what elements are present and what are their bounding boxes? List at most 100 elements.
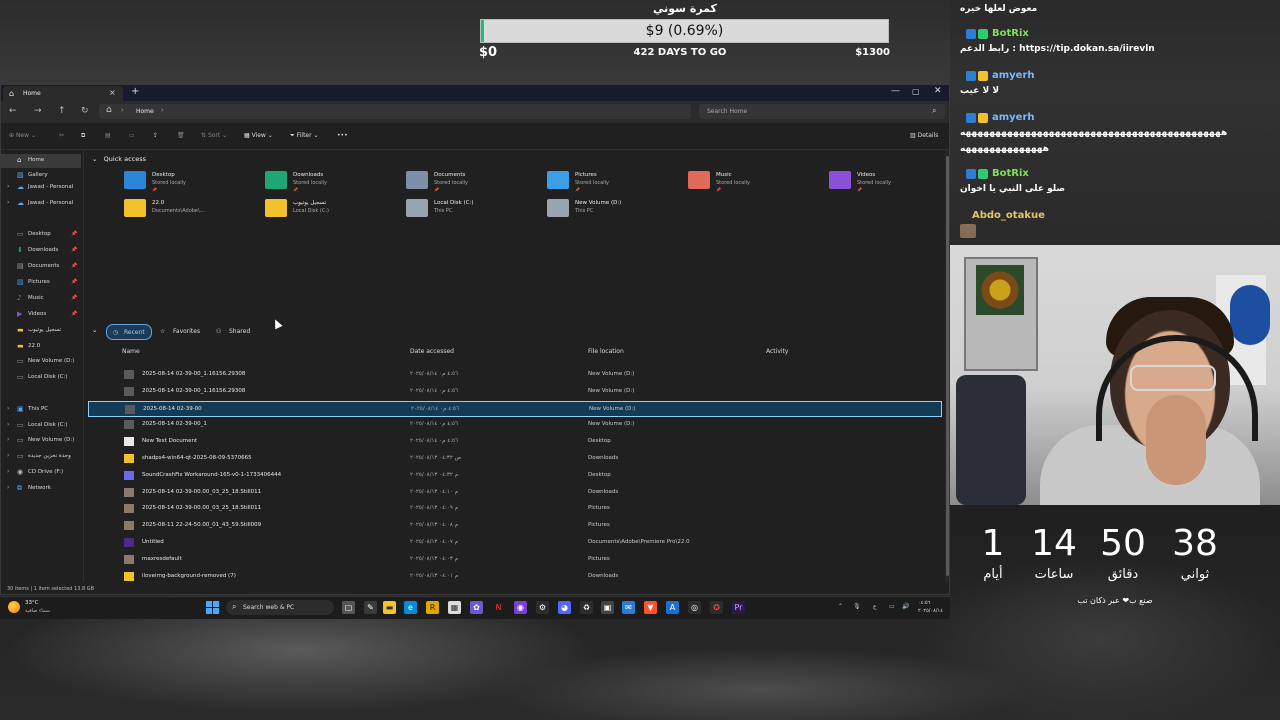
sidebar-item[interactable]: › ◉ CD Drive (F:) bbox=[1, 466, 81, 480]
brave-icon[interactable]: ▼ bbox=[644, 601, 657, 614]
paste-icon[interactable]: ▤ bbox=[105, 132, 111, 139]
tab-home[interactable]: ⌂ Home × bbox=[3, 86, 123, 101]
minimize-button[interactable]: — bbox=[891, 86, 900, 96]
weather-desc[interactable]: سماء صافية bbox=[25, 608, 50, 614]
close-window-button[interactable]: ✕ bbox=[934, 86, 942, 96]
chat-username[interactable]: BotRix bbox=[992, 168, 1029, 179]
screenshot-app-icon[interactable]: ▣ bbox=[601, 601, 614, 614]
search-input[interactable]: Search Home ⌕ bbox=[699, 104, 945, 119]
chevron-down-icon[interactable]: ⌄ bbox=[92, 326, 97, 334]
chevron-up-icon[interactable]: ⌃ bbox=[838, 603, 843, 610]
chevron-right-icon[interactable]: › bbox=[121, 106, 124, 114]
new-button[interactable]: ⊕ New ⌄ bbox=[9, 132, 36, 139]
quick-access-item[interactable]: Music Stored locally 📌 bbox=[688, 170, 828, 192]
share-icon[interactable]: ⇪ bbox=[153, 132, 158, 139]
sidebar-item[interactable]: › ▣ This PC bbox=[1, 403, 81, 417]
purple-app-icon[interactable]: ◉ bbox=[514, 601, 527, 614]
file-explorer-icon[interactable]: ▬ bbox=[383, 601, 396, 614]
store-icon[interactable]: ▦ bbox=[448, 601, 461, 614]
forward-arrow-icon[interactable]: → bbox=[34, 106, 42, 116]
file-row[interactable]: iloveimg-background-removed (7) ۲۰۲٥/۰۸/۱… bbox=[88, 569, 942, 582]
up-arrow-icon[interactable]: ↑ bbox=[58, 106, 66, 116]
chevron-right-icon[interactable]: › bbox=[7, 183, 9, 190]
quick-access-item[interactable]: Desktop Stored locally 📌 bbox=[124, 170, 264, 192]
red-app-icon[interactable]: ✪ bbox=[710, 601, 723, 614]
maximize-button[interactable]: ▢ bbox=[912, 87, 920, 96]
sidebar-item[interactable]: › ▭ Local Disk (C:) bbox=[1, 419, 81, 433]
chevron-right-icon[interactable]: › bbox=[7, 484, 9, 491]
copy-icon[interactable]: ⧉ bbox=[81, 132, 85, 140]
sidebar-item[interactable]: ▬ تسجيل يوتيوب bbox=[1, 324, 81, 338]
tab-recent[interactable]: ◷ Recent bbox=[106, 324, 152, 340]
sidebar-item[interactable]: ▭ Local Disk (C:) bbox=[1, 371, 81, 385]
pen-icon[interactable]: ✎ bbox=[364, 601, 377, 614]
mail-icon[interactable]: ✉ bbox=[622, 601, 635, 614]
quick-access-header[interactable]: ⌄ Quick access bbox=[92, 155, 146, 163]
chat-username[interactable]: amyerh bbox=[992, 112, 1035, 123]
sort-button[interactable]: ⇅ Sort ⌄ bbox=[201, 132, 227, 139]
column-header-date[interactable]: Date accessed bbox=[410, 348, 454, 355]
app-r-icon[interactable]: R bbox=[426, 601, 439, 614]
sidebar-item[interactable]: ▭ New Volume (D:) bbox=[1, 355, 81, 369]
premiere-icon[interactable]: Pr bbox=[732, 601, 745, 614]
rename-icon[interactable]: ▭ bbox=[129, 132, 135, 139]
discord-icon[interactable]: ◕ bbox=[558, 601, 571, 614]
breadcrumb-home[interactable]: Home bbox=[136, 108, 154, 115]
recycle-icon[interactable]: ♻ bbox=[580, 601, 593, 614]
sidebar-item[interactable]: › ⧉ Network bbox=[1, 482, 81, 496]
app-a-icon[interactable]: A bbox=[666, 601, 679, 614]
file-row[interactable]: shadps4-win64-qt-2025-08-09-5370665 ۲۰۲٥/… bbox=[88, 451, 942, 467]
sidebar-item[interactable]: ♪ Music 📌 bbox=[1, 292, 81, 306]
colorful-app-icon[interactable]: ✿ bbox=[470, 601, 483, 614]
quick-access-item[interactable]: Downloads Stored locally 📌 bbox=[265, 170, 405, 192]
chat-username[interactable]: BotRix bbox=[992, 28, 1029, 39]
column-header-location[interactable]: File location bbox=[588, 348, 624, 355]
sidebar-item[interactable]: ▨ Pictures 📌 bbox=[1, 276, 81, 290]
chevron-right-icon[interactable]: › bbox=[7, 421, 9, 428]
gear-icon[interactable]: ⚙ bbox=[536, 601, 549, 614]
language-indicator[interactable]: ع bbox=[873, 603, 877, 610]
file-row[interactable]: 2025-08-14 02-39-00_1.16156.29308 ۲۰۲٥/۰۸… bbox=[88, 367, 942, 383]
network-icon[interactable]: ▭ bbox=[889, 603, 895, 610]
sidebar-item[interactable]: ▭ Desktop 📌 bbox=[1, 228, 81, 242]
file-row[interactable]: 2025-08-14 02-39-00.00_03_25_18.Still011… bbox=[88, 501, 942, 517]
quick-access-item[interactable]: تسجيل يوتيوب Local Disk (C:) bbox=[265, 198, 405, 220]
clock-date[interactable]: ۲۰۲٥/۰۸/۱٤ bbox=[918, 608, 943, 614]
close-tab-icon[interactable]: × bbox=[109, 88, 116, 97]
refresh-icon[interactable]: ↻ bbox=[81, 106, 89, 116]
chevron-right-icon[interactable]: › bbox=[7, 405, 9, 412]
file-row[interactable]: 2025-08-11 22-24-50.00_01_43_59.Still009… bbox=[88, 518, 942, 534]
chat-username[interactable]: amyerh bbox=[992, 70, 1035, 81]
sidebar-item[interactable]: ▶ Videos 📌 bbox=[1, 308, 81, 322]
quick-access-item[interactable]: Documents Stored locally 📌 bbox=[406, 170, 546, 192]
file-row[interactable]: 2025-08-14 02-39-00 ۲۰۲٥/۰۸/۱٤ ۰٤:٥٦ م New… bbox=[88, 400, 942, 417]
tab-favorites[interactable]: ☆ Favorites bbox=[156, 324, 206, 338]
sidebar-item[interactable]: › ▭ New Volume (D:) bbox=[1, 434, 81, 448]
weather-temp[interactable]: 33°C bbox=[25, 600, 39, 606]
chrome-icon[interactable]: ◎ bbox=[688, 601, 701, 614]
quick-access-item[interactable]: Pictures Stored locally 📌 bbox=[547, 170, 687, 192]
details-button[interactable]: ▥ Details bbox=[910, 132, 938, 139]
quick-access-item[interactable]: New Volume (D:) This PC bbox=[547, 198, 687, 220]
microphone-icon[interactable]: 🎙 bbox=[853, 603, 861, 610]
edge-icon[interactable]: e bbox=[404, 601, 417, 614]
address-input[interactable]: ⌂ › Home › bbox=[99, 104, 691, 119]
weather-sun-icon[interactable] bbox=[8, 601, 20, 613]
clock-time[interactable]: ۰٤:٥٦ bbox=[918, 600, 930, 606]
chevron-right-icon[interactable]: › bbox=[7, 436, 9, 443]
tab-shared[interactable]: ⚇ Shared bbox=[212, 324, 258, 338]
chat-username[interactable]: Abdo_otakue bbox=[972, 210, 1045, 221]
sidebar-item[interactable]: › ☁ Jawad - Personal bbox=[1, 197, 81, 211]
back-arrow-icon[interactable]: ← bbox=[9, 106, 17, 116]
file-row[interactable]: 2025-08-14 02-39-00.00_03_25_18.Still011… bbox=[88, 485, 942, 501]
more-options-icon[interactable]: ••• bbox=[337, 132, 348, 139]
taskbar-search[interactable]: ⌕ Search web & PC bbox=[226, 600, 334, 615]
sidebar-item[interactable]: › ☁ Jawad - Personal bbox=[1, 181, 81, 195]
sidebar-item[interactable]: ▤ Documents 📌 bbox=[1, 260, 81, 274]
sidebar-item[interactable]: ⬇ Downloads 📌 bbox=[1, 244, 81, 258]
new-tab-button[interactable]: + bbox=[131, 86, 139, 97]
chevron-right-icon[interactable]: › bbox=[161, 106, 164, 114]
column-header-activity[interactable]: Activity bbox=[766, 348, 788, 355]
file-row[interactable]: Untitled ۲۰۲٥/۰۸/۱۳ ۰٤:۰۷ م Documents\Adob… bbox=[88, 535, 942, 551]
chevron-right-icon[interactable]: › bbox=[7, 468, 9, 475]
